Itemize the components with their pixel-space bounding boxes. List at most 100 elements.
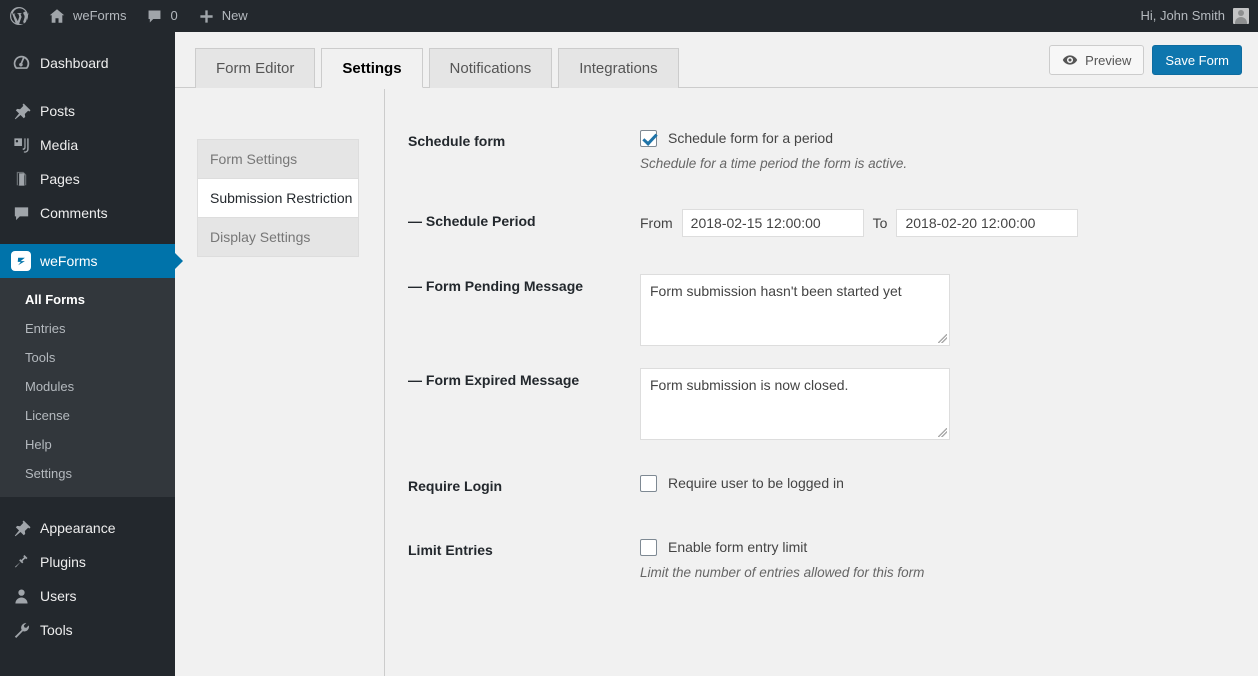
schedule-form-checkbox[interactable]	[640, 130, 657, 147]
settings-nav-form-settings[interactable]: Form Settings	[197, 139, 359, 179]
sidebar-item-plugins[interactable]: Plugins	[0, 545, 175, 579]
comments-button[interactable]: 0	[136, 0, 187, 32]
field-require-login: Require Login Require user to be logged …	[408, 474, 1258, 496]
field-schedule-period: — Schedule Period From To	[408, 209, 1258, 237]
menu-spacer-1	[0, 80, 175, 94]
weforms-logo-icon	[11, 251, 31, 271]
field-label-form-pending-message: — Form Pending Message	[408, 278, 584, 294]
wrench-icon	[11, 620, 31, 640]
field-form-expired-message: — Form Expired Message Form submission i…	[408, 368, 1258, 440]
schedule-form-checkbox-label[interactable]: Schedule form for a period	[668, 129, 833, 147]
field-label-schedule-form: Schedule form	[408, 133, 506, 149]
sidebar-item-comments[interactable]: Comments	[0, 196, 175, 230]
require-login-checkbox-label[interactable]: Require user to be logged in	[668, 474, 844, 492]
menu-spacer-top	[0, 32, 175, 46]
save-form-button-label: Save Form	[1165, 52, 1229, 68]
submenu-item-entries[interactable]: Entries	[0, 314, 175, 343]
sidebar-item-label: Users	[40, 588, 77, 604]
sidebar-item-label: Posts	[40, 103, 76, 119]
avatar	[1233, 8, 1249, 24]
schedule-from-input[interactable]	[681, 209, 864, 237]
site-name-button[interactable]: weForms	[38, 0, 136, 32]
sidebar-item-appearance[interactable]: Appearance	[0, 511, 175, 545]
submenu-item-all-forms[interactable]: All Forms	[0, 285, 175, 314]
preview-button-label: Preview	[1085, 52, 1132, 68]
menu-spacer-3	[0, 497, 175, 511]
new-content-button[interactable]: New	[188, 0, 258, 32]
comments-count: 0	[170, 8, 178, 23]
tab-notifications[interactable]: Notifications	[428, 48, 553, 88]
schedule-to-input[interactable]	[896, 209, 1079, 237]
eye-icon	[1062, 52, 1078, 68]
tab-settings[interactable]: Settings	[321, 48, 423, 88]
schedule-form-help-text: Schedule for a time period the form is a…	[640, 156, 908, 171]
settings-nav-submission-restriction[interactable]: Submission Restriction	[197, 178, 359, 218]
user-icon	[11, 586, 31, 606]
sidebar-item-label: Tools	[40, 622, 73, 638]
admin-bar: weForms 0 New Hi, John Smith	[0, 0, 1258, 32]
sidebar-item-pages[interactable]: Pages	[0, 162, 175, 196]
greeting-label: Hi, John Smith	[1140, 8, 1225, 23]
site-name-label: weForms	[73, 8, 127, 23]
sidebar-item-label: weForms	[40, 253, 98, 269]
tab-integrations[interactable]: Integrations	[558, 48, 679, 88]
pin-icon	[11, 101, 31, 121]
admin-bar-account[interactable]: Hi, John Smith	[1140, 0, 1258, 32]
sidebar-item-label: Comments	[40, 205, 108, 221]
field-form-pending-message: — Form Pending Message Form submission h…	[408, 274, 1258, 346]
sidebar-item-tools[interactable]: Tools	[0, 613, 175, 647]
require-login-checkbox[interactable]	[640, 475, 657, 492]
sidebar-item-posts[interactable]: Posts	[0, 94, 175, 128]
comment-bubble-icon	[11, 203, 31, 223]
sidebar-item-label: Dashboard	[40, 55, 109, 71]
settings-nav-display-settings[interactable]: Display Settings	[197, 217, 359, 257]
limit-entries-checkbox[interactable]	[640, 539, 657, 556]
admin-sidebar-menu: Dashboard Posts Media Pages Comments weF…	[0, 32, 183, 676]
settings-section-nav: Form Settings Submission Restriction Dis…	[175, 89, 385, 676]
sidebar-item-users[interactable]: Users	[0, 579, 175, 613]
submenu-item-modules[interactable]: Modules	[0, 372, 175, 401]
home-icon	[48, 7, 66, 25]
limit-entries-checkbox-label[interactable]: Enable form entry limit	[668, 538, 807, 556]
form-actions: Preview Save Form	[1049, 45, 1242, 75]
field-schedule-form: Schedule form Schedule form for a period…	[408, 129, 1258, 173]
submenu-item-help[interactable]: Help	[0, 430, 175, 459]
media-icon	[11, 135, 31, 155]
form-tab-bar: Form Editor Settings Notifications Integ…	[175, 32, 1258, 88]
field-label-require-login: Require Login	[408, 478, 503, 494]
plus-icon	[198, 8, 215, 25]
sidebar-item-label: Appearance	[40, 520, 116, 536]
menu-spacer-2	[0, 230, 175, 244]
sidebar-item-label: Media	[40, 137, 79, 153]
pages-icon	[11, 169, 31, 189]
weforms-submenu: All Forms Entries Tools Modules License …	[0, 278, 175, 497]
new-content-label: New	[221, 8, 248, 23]
submenu-item-settings[interactable]: Settings	[0, 459, 175, 488]
submenu-item-license[interactable]: License	[0, 401, 175, 430]
field-label-limit-entries: Limit Entries	[408, 542, 493, 558]
wordpress-logo-button[interactable]	[0, 0, 38, 32]
appearance-brush-icon	[11, 518, 31, 538]
schedule-to-label: To	[872, 215, 888, 231]
schedule-from-label: From	[640, 215, 673, 231]
field-label-schedule-period: — Schedule Period	[408, 213, 536, 229]
limit-entries-help-text: Limit the number of entries allowed for …	[640, 565, 925, 580]
form-expired-message-textarea[interactable]: Form submission is now closed.	[640, 368, 950, 440]
settings-form-panel: Schedule form Schedule form for a period…	[386, 89, 1258, 676]
sidebar-item-weforms[interactable]: weForms	[0, 244, 183, 278]
tab-form-editor[interactable]: Form Editor	[195, 48, 316, 88]
sidebar-item-dashboard[interactable]: Dashboard	[0, 46, 175, 80]
plug-icon	[11, 552, 31, 572]
preview-button[interactable]: Preview	[1049, 45, 1145, 75]
submenu-item-tools[interactable]: Tools	[0, 343, 175, 372]
form-pending-message-textarea[interactable]: Form submission hasn't been started yet	[640, 274, 950, 346]
sidebar-item-label: Pages	[40, 171, 80, 187]
sidebar-item-label: Plugins	[40, 554, 86, 570]
sidebar-item-media[interactable]: Media	[0, 128, 175, 162]
save-form-button[interactable]: Save Form	[1152, 45, 1242, 75]
dashboard-icon	[11, 53, 31, 73]
field-limit-entries: Limit Entries Enable form entry limit Li…	[408, 538, 1258, 582]
main-content-area: Form Editor Settings Notifications Integ…	[175, 32, 1258, 676]
wordpress-logo-icon	[9, 6, 29, 26]
field-label-form-expired-message: — Form Expired Message	[408, 372, 580, 388]
